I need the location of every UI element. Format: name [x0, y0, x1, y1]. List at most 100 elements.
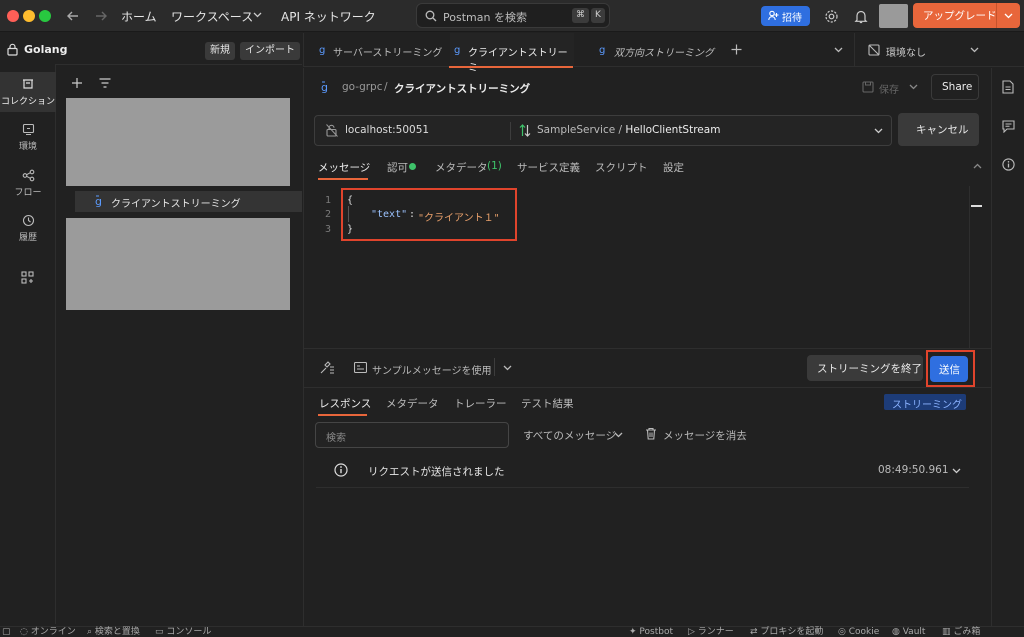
- environment-selector[interactable]: 環境なし: [886, 44, 926, 59]
- tab-test-results[interactable]: テスト結果: [521, 396, 574, 411]
- trash-icon[interactable]: [645, 427, 657, 440]
- minimize-window-button[interactable]: [23, 10, 35, 22]
- chevron-down-icon[interactable]: [253, 12, 262, 18]
- comments-icon[interactable]: [1002, 120, 1015, 133]
- message-filter-select[interactable]: すべてのメッセージ: [523, 428, 616, 443]
- chevron-down-icon[interactable]: [1004, 13, 1013, 19]
- clear-messages-button[interactable]: メッセージを消去: [663, 428, 747, 443]
- chevron-down-icon[interactable]: [503, 365, 512, 371]
- api-network-link[interactable]: API ネットワーク: [281, 8, 376, 25]
- tab-response[interactable]: レスポンス: [319, 396, 371, 411]
- add-collection-icon[interactable]: [71, 77, 83, 89]
- tab-message[interactable]: メッセージ: [318, 160, 370, 175]
- tab-response-metadata[interactable]: メタデータ: [386, 396, 439, 411]
- grpc-icon: g: [95, 195, 105, 208]
- insecure-lock-icon[interactable]: [326, 124, 338, 137]
- method-separator: /: [618, 124, 623, 136]
- proxy-button[interactable]: ⇄ プロキシを起動: [750, 627, 823, 637]
- service-name: SampleService: [537, 124, 616, 136]
- share-label: Share: [942, 81, 973, 93]
- grpc-icon: g: [321, 81, 331, 94]
- chevron-down-icon[interactable]: [909, 84, 918, 90]
- cookie-button[interactable]: ◎ Cookie: [838, 627, 879, 637]
- new-tab-plus-icon[interactable]: [731, 44, 742, 55]
- online-label: オンライン: [30, 627, 76, 637]
- notification-bell-icon[interactable]: [854, 9, 868, 24]
- vault-button[interactable]: ◍ Vault: [892, 627, 925, 637]
- tab-bidirectional-streaming[interactable]: g 双方向ストリーミング: [596, 33, 720, 67]
- find-replace-button[interactable]: ⌕ 検索と置換: [87, 627, 140, 637]
- back-arrow-icon[interactable]: [66, 9, 80, 23]
- forward-arrow-icon[interactable]: [94, 9, 108, 23]
- upgrade-button[interactable]: アップグレード: [913, 3, 1020, 28]
- settings-gear-icon[interactable]: [824, 9, 839, 24]
- tab-client-streaming[interactable]: g クライアントストリーミ: [450, 33, 574, 74]
- beautify-icon[interactable]: [320, 361, 335, 374]
- zoom-window-button[interactable]: [39, 10, 51, 22]
- filter-icon[interactable]: [99, 78, 111, 88]
- response-search-input[interactable]: 検索: [315, 422, 509, 448]
- trash-button[interactable]: ▥ ごみ箱: [942, 627, 980, 637]
- online-status[interactable]: ◌ オンライン: [20, 627, 76, 637]
- list-item[interactable]: リクエストが送信されました 08:49:50.961: [316, 456, 969, 488]
- postbot-button[interactable]: ✦ Postbot: [629, 627, 673, 637]
- tab-trailers[interactable]: トレーラー: [454, 396, 507, 411]
- search-input[interactable]: Postman を検索 ⌘ K: [416, 3, 610, 28]
- vault-label: Vault: [902, 627, 926, 637]
- rail-item-history[interactable]: 履歴: [0, 214, 56, 243]
- info-icon[interactable]: [1002, 158, 1015, 171]
- add-apps-icon[interactable]: [21, 271, 34, 284]
- documentation-icon[interactable]: [1002, 80, 1014, 94]
- proxy-label: プロキシを起動: [760, 627, 824, 637]
- no-environment-icon: [868, 44, 880, 56]
- tab-settings[interactable]: 設定: [663, 160, 684, 175]
- chevron-down-icon[interactable]: [614, 432, 623, 438]
- rail-label-history: 履歴: [18, 233, 37, 243]
- import-button[interactable]: インポート: [240, 42, 300, 60]
- save-button[interactable]: 保存: [879, 81, 899, 96]
- chevron-down-icon[interactable]: [834, 47, 843, 53]
- message-highlight-box: [341, 188, 517, 241]
- workspaces-menu[interactable]: ワークスペース: [171, 8, 253, 25]
- auth-status-dot: [409, 163, 416, 170]
- editor-scrollbar-track[interactable]: [969, 186, 970, 348]
- cancel-button[interactable]: キャンセル: [898, 113, 979, 146]
- rail-item-flows[interactable]: フロー: [0, 169, 56, 198]
- flows-icon: [22, 169, 34, 182]
- tab-script[interactable]: スクリプト: [595, 160, 648, 175]
- rail-item-environments[interactable]: 環境: [0, 123, 56, 152]
- find-replace-label: 検索と置換: [94, 627, 140, 637]
- new-button[interactable]: 新規: [205, 42, 235, 60]
- avatar[interactable]: [879, 4, 908, 28]
- sidebar-toggle-icon[interactable]: ▢: [2, 627, 11, 637]
- home-link[interactable]: ホーム: [121, 8, 157, 25]
- url-input[interactable]: localhost:50051: [345, 124, 429, 136]
- tab-server-streaming[interactable]: g サーバーストリーミング: [316, 33, 449, 67]
- editor-scrollbar-thumb[interactable]: [971, 205, 982, 207]
- line-number: 3: [325, 224, 332, 235]
- breadcrumb-collection[interactable]: go-grpc: [342, 81, 383, 93]
- use-sample-message-button[interactable]: サンプルメッセージを使用: [372, 362, 492, 377]
- rail-item-collections[interactable]: コレクション: [0, 77, 56, 107]
- redacted-block: [66, 98, 290, 186]
- tab-auth[interactable]: 認可: [387, 160, 408, 175]
- tab-service-definition[interactable]: サービス定義: [517, 160, 580, 175]
- upgrade-separator: [996, 3, 997, 28]
- method-name: HelloClientStream: [625, 124, 721, 136]
- chevron-up-icon[interactable]: [973, 163, 982, 169]
- close-window-button[interactable]: [7, 10, 19, 22]
- end-streaming-button[interactable]: ストリーミングを終了: [807, 355, 923, 381]
- upgrade-label: アップグレード: [923, 10, 997, 22]
- console-button[interactable]: ▭ コンソール: [155, 627, 211, 637]
- svg-text:g: g: [319, 45, 325, 56]
- invite-button[interactable]: 招待: [761, 6, 810, 26]
- tab-metadata[interactable]: メタデータ: [435, 160, 488, 175]
- share-button[interactable]: Share: [931, 74, 979, 100]
- chevron-down-icon[interactable]: [952, 468, 961, 474]
- chevron-down-icon[interactable]: [970, 47, 979, 53]
- chevron-down-icon[interactable]: [874, 128, 883, 134]
- runner-button[interactable]: ▷ ランナー: [688, 627, 734, 637]
- grpc-icon: g: [599, 45, 605, 56]
- tree-item-client-streaming[interactable]: g クライアントストリーミング: [75, 191, 302, 212]
- method-selector[interactable]: SampleService / HelloClientStream: [537, 124, 720, 136]
